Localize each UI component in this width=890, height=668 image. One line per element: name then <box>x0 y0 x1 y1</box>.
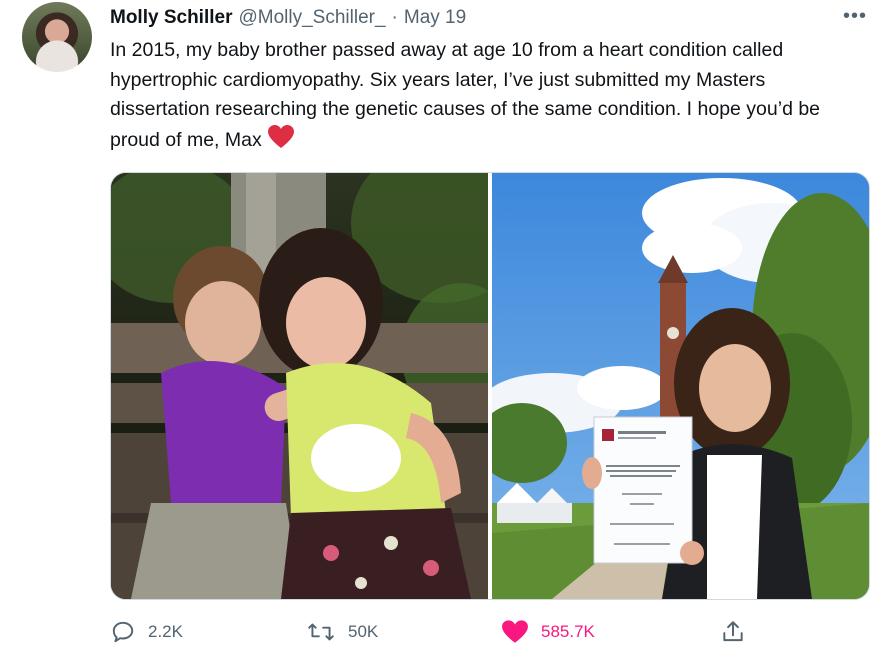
more-options-icon[interactable]: ••• <box>842 6 868 26</box>
tweet-body: In 2015, my baby brother passed away at … <box>110 39 821 151</box>
avatar[interactable] <box>22 2 92 72</box>
action-bar: 2.2K 50K 585.7K <box>0 612 890 652</box>
like-button[interactable]: 585.7K <box>501 618 595 646</box>
share-icon <box>720 619 746 645</box>
tweet-date[interactable]: May 19 <box>404 7 466 29</box>
tweet-text: In 2015, my baby brother passed away at … <box>110 36 870 158</box>
red-heart-icon <box>267 124 294 159</box>
reply-count: 2.2K <box>148 622 183 641</box>
reply-icon <box>110 619 136 645</box>
heart-icon <box>501 619 529 645</box>
display-name[interactable]: Molly Schiller <box>110 7 232 29</box>
header-separator: · <box>391 7 398 28</box>
tweet: Molly Schiller @Molly_Schiller_ · May 19… <box>0 0 890 668</box>
share-button[interactable] <box>720 618 746 646</box>
like-count: 585.7K <box>541 622 595 641</box>
user-handle[interactable]: @Molly_Schiller_ <box>238 7 385 29</box>
photo-dissertation-clocktower[interactable] <box>492 173 869 599</box>
tweet-header: Molly Schiller @Molly_Schiller_ · May 19 <box>110 6 466 30</box>
photo-childhood-hug[interactable] <box>111 173 488 599</box>
retweet-icon <box>306 619 336 645</box>
media-grid <box>110 172 870 600</box>
reply-button[interactable]: 2.2K <box>110 618 183 646</box>
retweet-button[interactable]: 50K <box>306 618 378 646</box>
retweet-count: 50K <box>348 622 379 641</box>
